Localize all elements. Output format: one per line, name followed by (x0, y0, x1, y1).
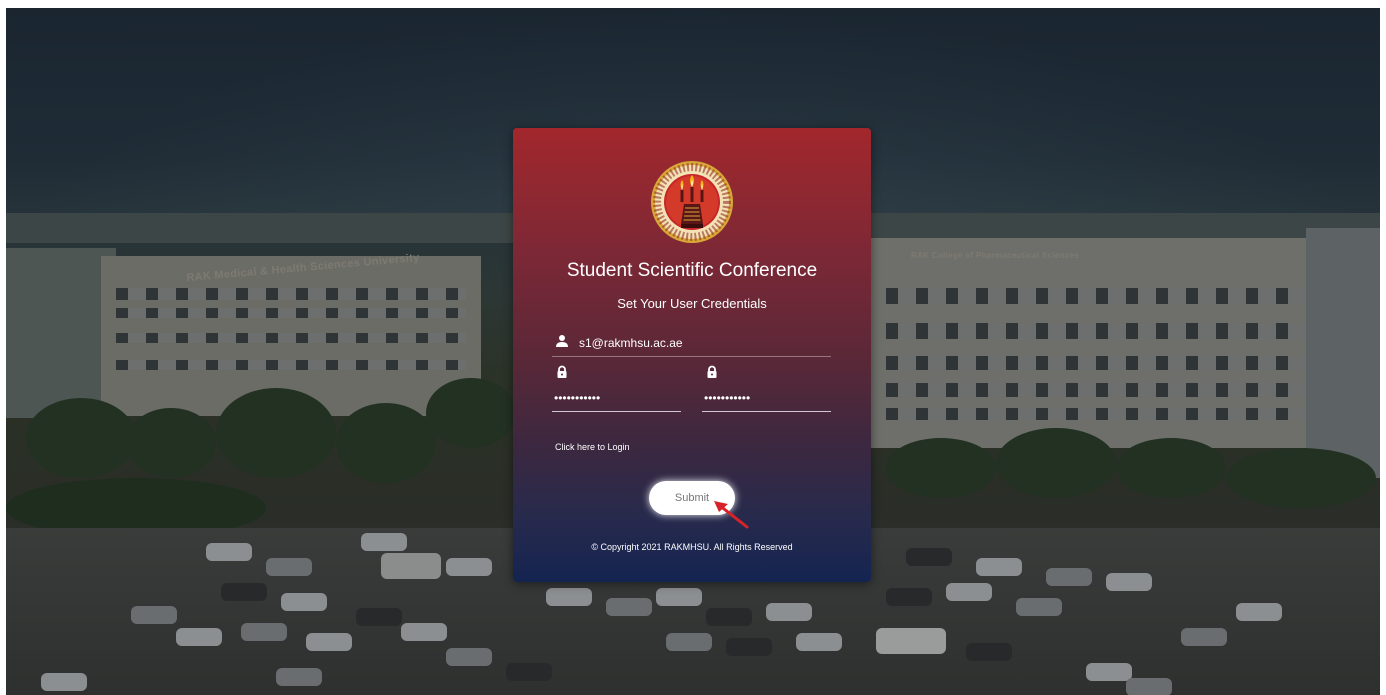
tree (996, 428, 1116, 498)
lock-icon (707, 365, 717, 378)
car (1181, 628, 1227, 646)
car (706, 608, 752, 626)
confirm-password-input[interactable] (704, 390, 824, 406)
email-input[interactable] (579, 335, 824, 351)
building-windows (886, 383, 1326, 397)
login-card: Student Scientific Conference Set Your U… (513, 128, 871, 582)
building-windows (886, 323, 1326, 339)
car (41, 673, 87, 691)
car (206, 543, 252, 561)
tree (886, 438, 996, 498)
car (1106, 573, 1152, 591)
lock-icon (557, 365, 567, 378)
car (886, 588, 932, 606)
car (976, 558, 1022, 576)
page-subtitle: Set Your User Credentials (617, 296, 767, 311)
building-windows (116, 360, 466, 370)
building-windows (116, 333, 466, 343)
car (726, 638, 772, 656)
car (446, 558, 492, 576)
car (506, 663, 552, 681)
car (281, 593, 327, 611)
car (241, 623, 287, 641)
login-link[interactable]: Click here to Login (555, 442, 630, 452)
building-sign-right: RAK College of Pharmaceutical Sciences (911, 251, 1079, 260)
user-icon (556, 335, 568, 347)
car (401, 623, 447, 641)
car (546, 588, 592, 606)
van (381, 553, 441, 579)
car (1126, 678, 1172, 695)
email-field (552, 331, 831, 357)
tree (336, 403, 436, 483)
car (656, 588, 702, 606)
car (1236, 603, 1282, 621)
copyright-footer: © Copyright 2021 RAKMHSU. All Rights Res… (591, 542, 793, 552)
password-field (552, 365, 681, 412)
building-windows (116, 308, 466, 318)
tree (426, 378, 516, 448)
confirm-password-field (702, 365, 831, 412)
building-windows (886, 288, 1326, 304)
building-windows (116, 288, 466, 300)
car (796, 633, 842, 651)
car (306, 633, 352, 651)
car (266, 558, 312, 576)
tree (216, 388, 336, 478)
car (356, 608, 402, 626)
car (906, 548, 952, 566)
car (1086, 663, 1132, 681)
page-title: Student Scientific Conference (566, 260, 818, 281)
tree (126, 408, 216, 478)
car (361, 533, 407, 551)
car (276, 668, 322, 686)
password-input[interactable] (554, 390, 674, 406)
left-building (6, 248, 116, 418)
car (1046, 568, 1092, 586)
car (966, 643, 1012, 661)
login-page: RAK Medical & Health Sciences University… (0, 0, 1386, 695)
tree (1226, 448, 1376, 508)
university-seal-logo (651, 161, 733, 243)
car (446, 648, 492, 666)
building-windows (886, 356, 1326, 370)
right-tower (1306, 228, 1380, 478)
car (131, 606, 177, 624)
car (606, 598, 652, 616)
car (766, 603, 812, 621)
building-windows (886, 408, 1326, 420)
car (666, 633, 712, 651)
car (176, 628, 222, 646)
car (1016, 598, 1062, 616)
tree (26, 398, 136, 478)
tree (1116, 438, 1226, 498)
car (221, 583, 267, 601)
van (876, 628, 946, 654)
cursor-arrow-icon (714, 501, 749, 529)
car (946, 583, 992, 601)
